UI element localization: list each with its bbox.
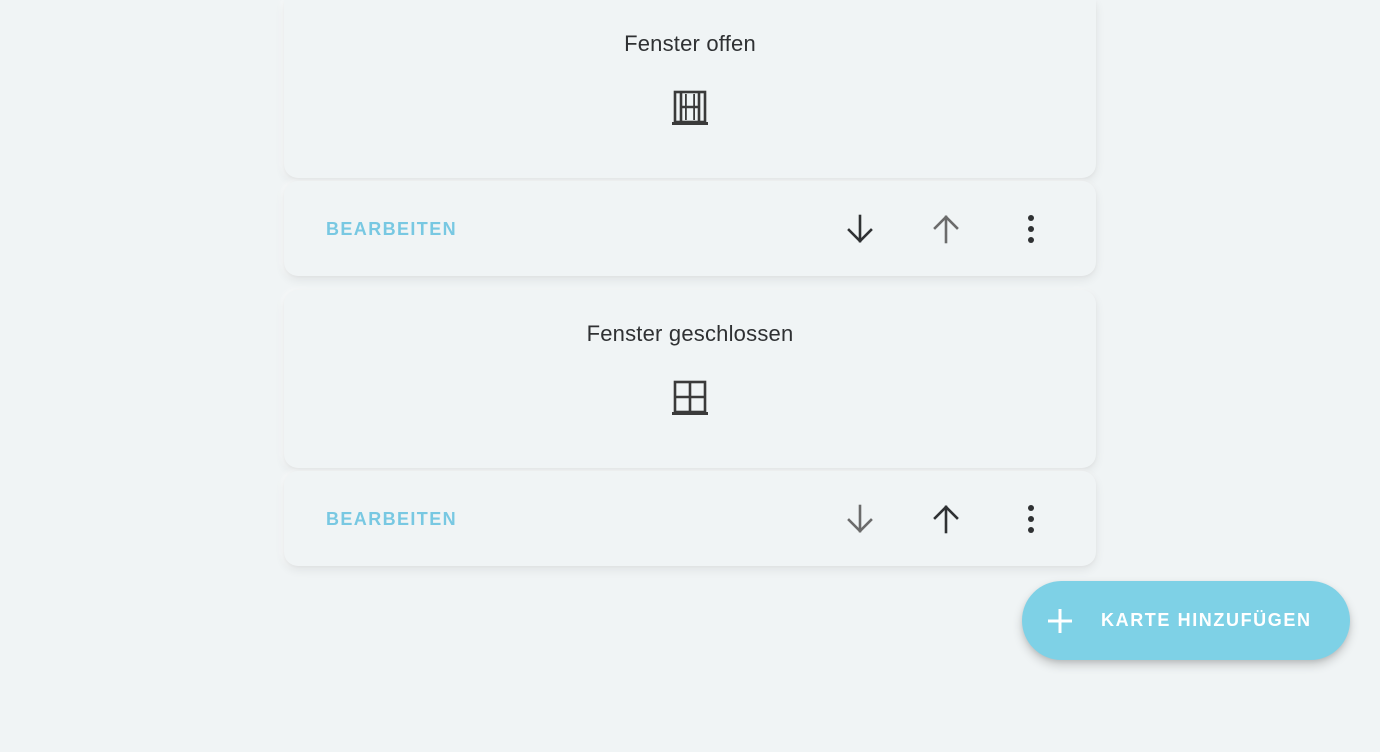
move-down-button[interactable] (840, 499, 880, 539)
card-title: Fenster geschlossen (586, 321, 794, 346)
more-vertical-icon (1028, 215, 1034, 243)
edit-button[interactable]: BEARBEITEN (326, 509, 457, 530)
arrow-up-icon (933, 215, 959, 244)
arrow-down-icon (847, 214, 873, 243)
card-fenster-offen: Fenster offen (284, 0, 1096, 178)
move-up-button[interactable] (926, 209, 966, 249)
more-vertical-icon (1028, 505, 1034, 533)
add-card-button[interactable]: KARTE HINZUFÜGEN (1022, 581, 1350, 660)
more-options-button[interactable] (1011, 499, 1051, 539)
plus-icon (1048, 609, 1072, 633)
more-options-button[interactable] (1011, 209, 1051, 249)
move-down-button[interactable] (840, 209, 880, 249)
card-fenster-geschlossen: Fenster geschlossen (284, 290, 1096, 468)
dashboard-edit-view: Fenster offen BEARBEITEN Fenster geschlo… (0, 0, 1380, 752)
add-card-label: KARTE HINZUFÜGEN (1101, 610, 1312, 630)
move-up-button[interactable] (926, 499, 966, 539)
window-open-icon (672, 90, 708, 125)
card-edit-bar: BEARBEITEN (284, 471, 1096, 566)
arrow-down-icon (847, 504, 873, 533)
arrow-up-icon (933, 505, 959, 534)
card-title: Fenster offen (624, 31, 756, 56)
window-closed-icon (672, 380, 708, 415)
card-edit-bar: BEARBEITEN (284, 181, 1096, 276)
edit-button[interactable]: BEARBEITEN (326, 219, 457, 240)
